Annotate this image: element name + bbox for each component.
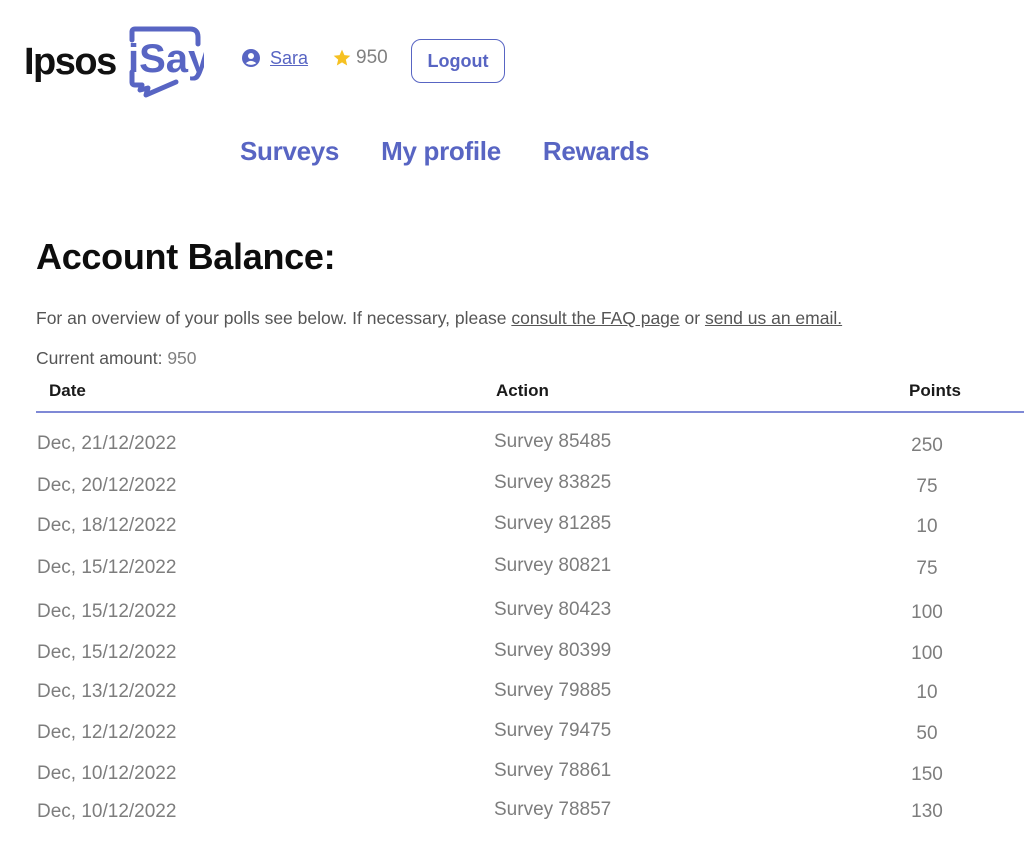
points-balance: 950	[356, 47, 388, 68]
row-points: 250	[911, 435, 943, 456]
row-date: Dec, 15/12/2022	[37, 557, 177, 578]
row-points: 150	[911, 764, 943, 785]
row-date: Dec, 10/12/2022	[37, 801, 177, 822]
current-amount: Current amount: 950	[36, 348, 197, 369]
row-date: Dec, 13/12/2022	[37, 681, 177, 702]
row-date: Dec, 20/12/2022	[37, 475, 177, 496]
row-date: Dec, 12/12/2022	[37, 722, 177, 743]
logo-ipsos-text: Ipsos	[24, 40, 117, 83]
intro-text-or: or	[679, 308, 705, 328]
page-title: Account Balance:	[36, 236, 336, 277]
column-header-action: Action	[496, 381, 549, 400]
main-nav: Surveys My profile Rewards	[240, 136, 691, 167]
intro-text: For an overview of your polls see below.…	[36, 308, 842, 329]
column-header-date: Date	[49, 381, 86, 400]
logout-button[interactable]: Logout	[411, 39, 505, 83]
user-area: Sara 950	[242, 47, 388, 69]
faq-link[interactable]: consult the FAQ page	[511, 308, 679, 328]
nav-item-my-profile[interactable]: My profile	[381, 136, 501, 167]
star-icon	[332, 48, 352, 68]
row-date: Dec, 21/12/2022	[37, 433, 177, 454]
row-action: Survey 81285	[494, 513, 612, 534]
row-points: 100	[911, 602, 943, 623]
row-date: Dec, 15/12/2022	[37, 642, 177, 663]
intro-text-start: For an overview of your polls see below.…	[36, 308, 512, 328]
row-points: 100	[911, 643, 943, 664]
row-action: Survey 78861	[494, 760, 612, 781]
user-profile-link[interactable]: Sara	[270, 48, 308, 69]
logo-isay-text: iSay	[128, 37, 204, 81]
email-link[interactable]: send us an email.	[705, 308, 842, 328]
row-points: 75	[916, 476, 938, 497]
row-action: Survey 80821	[494, 555, 612, 576]
user-circle-icon	[242, 49, 260, 67]
row-action: Survey 78857	[494, 799, 612, 820]
row-action: Survey 83825	[494, 472, 612, 493]
nav-item-rewards[interactable]: Rewards	[543, 136, 650, 167]
row-action: Survey 79885	[494, 680, 612, 701]
row-action: Survey 80423	[494, 599, 612, 620]
speech-bubble-icon: iSay	[128, 26, 204, 98]
column-header-points: Points	[909, 381, 961, 400]
row-action: Survey 80399	[494, 640, 612, 661]
row-action: Survey 79475	[494, 720, 612, 741]
row-points: 10	[916, 516, 938, 537]
row-date: Dec, 15/12/2022	[37, 601, 177, 622]
current-amount-value: 950	[167, 348, 197, 368]
current-amount-label: Current amount:	[36, 348, 168, 368]
isay-logo-mark: iSay	[124, 26, 204, 98]
row-points: 50	[916, 723, 938, 744]
page: Ipsos iSay Sara 950 Logout Surveys My pr…	[0, 0, 1024, 849]
table-header-divider	[36, 411, 1024, 413]
row-date: Dec, 18/12/2022	[37, 515, 177, 536]
row-action: Survey 85485	[494, 431, 612, 452]
ipsos-isay-logo[interactable]: Ipsos iSay	[24, 26, 204, 98]
row-date: Dec, 10/12/2022	[37, 763, 177, 784]
nav-item-surveys[interactable]: Surveys	[240, 136, 339, 167]
row-points: 10	[916, 682, 938, 703]
row-points: 75	[916, 558, 938, 579]
row-points: 130	[911, 801, 943, 822]
